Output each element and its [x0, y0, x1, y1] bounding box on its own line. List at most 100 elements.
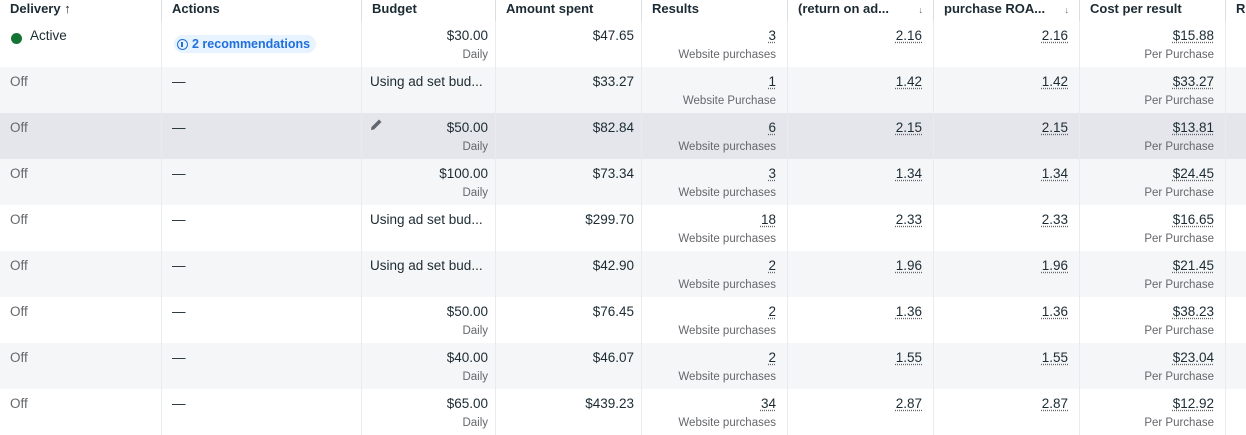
results-type: Website purchases — [678, 49, 776, 61]
cost-per-result-value[interactable]: $38.23 — [1173, 304, 1214, 319]
budget-cell[interactable]: $30.00 Daily — [362, 21, 496, 67]
cost-per-result-value[interactable]: $23.04 — [1173, 350, 1214, 365]
budget-cell[interactable]: Using ad set bud... — [362, 205, 496, 251]
results-value[interactable]: 3 — [768, 28, 776, 43]
cost-per-result-cell: $12.92 Per Purchase — [1080, 389, 1226, 435]
purchase-roas-cell: 1.96 — [934, 251, 1080, 297]
column-header-overflow[interactable]: R — [1226, 0, 1246, 21]
table-row[interactable]: Off — $65.00 Daily $439.23 34 Website purchase… — [0, 389, 1246, 435]
amount-spent-value: $76.45 — [592, 304, 634, 319]
actions-cell: — — [162, 113, 362, 159]
roas-value[interactable]: 2.87 — [896, 396, 922, 411]
delivery-status: Off — [10, 258, 28, 273]
budget-value: $50.00 — [446, 304, 488, 319]
budget-period: Daily — [462, 49, 488, 61]
table-row[interactable]: Off — Using ad set bud... $33.27 1 Website Pu… — [0, 67, 1246, 113]
results-value[interactable]: 2 — [768, 258, 776, 273]
purchase-roas-value[interactable]: 2.33 — [1042, 212, 1068, 227]
roas-value[interactable]: 1.36 — [896, 304, 922, 319]
results-value[interactable]: 3 — [768, 166, 776, 181]
column-header-cost-per-result[interactable]: Cost per result — [1080, 0, 1226, 21]
budget-value: $100.00 — [439, 166, 488, 181]
roas-cell: 1.96 — [788, 251, 934, 297]
cost-per-result-value[interactable]: $15.88 — [1173, 28, 1214, 43]
recommendations-button[interactable]: 2 recommendations — [174, 35, 317, 53]
column-header-budget[interactable]: Budget — [362, 0, 496, 21]
roas-value[interactable]: 2.16 — [896, 28, 922, 43]
roas-value[interactable]: 1.96 — [896, 258, 922, 273]
roas-value[interactable]: 1.55 — [896, 350, 922, 365]
purchase-roas-cell: 1.36 — [934, 297, 1080, 343]
column-header-label: Amount spent — [506, 1, 594, 16]
results-value[interactable]: 6 — [768, 120, 776, 135]
results-value[interactable]: 1 — [768, 74, 776, 89]
purchase-roas-value[interactable]: 1.55 — [1042, 350, 1068, 365]
column-header-label: Actions — [172, 1, 220, 16]
column-header-label: Cost per result — [1090, 1, 1182, 16]
actions-value: — — [172, 396, 186, 411]
actions-cell: — — [162, 251, 362, 297]
cost-per-result-value[interactable]: $21.45 — [1173, 258, 1214, 273]
purchase-roas-value[interactable]: 1.36 — [1042, 304, 1068, 319]
table-row[interactable]: Off — $100.00 Daily $73.34 3 Website purchases… — [0, 159, 1246, 205]
budget-period: Daily — [462, 187, 488, 199]
roas-value[interactable]: 1.34 — [896, 166, 922, 181]
results-value[interactable]: 34 — [761, 396, 776, 411]
budget-cell[interactable]: $50.00 Daily — [362, 297, 496, 343]
active-status-dot — [11, 33, 22, 44]
cost-per-result-value[interactable]: $13.81 — [1173, 120, 1214, 135]
purchase-roas-value[interactable]: 1.34 — [1042, 166, 1068, 181]
table-row[interactable]: Off — $50.00 Daily $76.45 2 Website purchases 1… — [0, 297, 1246, 343]
budget-cell[interactable]: $40.00 Daily — [362, 343, 496, 389]
table-row[interactable]: Active 2 recommendations $30.00 Daily $47.65… — [0, 21, 1246, 67]
column-header-actions[interactable]: Actions — [162, 0, 362, 21]
results-value[interactable]: 2 — [768, 350, 776, 365]
column-header-results[interactable]: Results — [642, 0, 788, 21]
column-header-amount-spent[interactable]: Amount spent — [496, 0, 642, 21]
budget-value: $30.00 — [446, 28, 488, 43]
results-type: Website purchases — [678, 325, 776, 337]
budget-cell[interactable]: $65.00 Daily — [362, 389, 496, 435]
table-row[interactable]: Off — Using ad set bud... $299.70 18 Website … — [0, 205, 1246, 251]
amount-spent-cell: $76.45 — [496, 297, 642, 343]
actions-cell: — — [162, 205, 362, 251]
delivery-status: Off — [10, 304, 28, 319]
results-cell: 2 Website purchases — [642, 297, 788, 343]
roas-value[interactable]: 1.42 — [896, 74, 922, 89]
results-type: Website purchases — [678, 371, 776, 383]
amount-spent-cell: $33.27 — [496, 67, 642, 113]
results-value[interactable]: 18 — [761, 212, 776, 227]
table-row[interactable]: Off — Using ad set bud... $42.90 2 Website pu… — [0, 251, 1246, 297]
purchase-roas-value[interactable]: 2.15 — [1042, 120, 1068, 135]
column-header-roas[interactable]: (return on ad... ↓ — [788, 0, 934, 21]
amount-spent-value: $42.90 — [592, 258, 634, 273]
cost-type: Per Purchase — [1144, 417, 1214, 429]
cost-per-result-value[interactable]: $16.65 — [1173, 212, 1214, 227]
amount-spent-value: $82.84 — [592, 120, 634, 135]
delivery-cell: Off — [0, 159, 162, 205]
table-row[interactable]: Off — $50.00 Daily $82.84 6 Website purchases 2… — [0, 113, 1246, 159]
actions-cell: — — [162, 297, 362, 343]
roas-cell: 2.16 — [788, 21, 934, 67]
table-row[interactable]: Off — $40.00 Daily $46.07 2 Website purchases 1… — [0, 343, 1246, 389]
roas-value[interactable]: 2.33 — [896, 212, 922, 227]
purchase-roas-value[interactable]: 2.16 — [1042, 28, 1068, 43]
column-header-delivery[interactable]: Delivery ↑ — [0, 0, 162, 21]
column-header-purchase-roas[interactable]: purchase ROA... ↓ — [934, 0, 1080, 21]
budget-cell[interactable]: $100.00 Daily — [362, 159, 496, 205]
cost-per-result-value[interactable]: $24.45 — [1173, 166, 1214, 181]
actions-cell: — — [162, 67, 362, 113]
purchase-roas-value[interactable]: 2.87 — [1042, 396, 1068, 411]
budget-cell[interactable]: Using ad set bud... — [362, 67, 496, 113]
roas-value[interactable]: 2.15 — [896, 120, 922, 135]
purchase-roas-value[interactable]: 1.42 — [1042, 74, 1068, 89]
delivery-status: Off — [10, 74, 28, 89]
edit-pencil-icon[interactable] — [370, 118, 383, 131]
delivery-cell: Off — [0, 113, 162, 159]
cost-per-result-value[interactable]: $12.92 — [1173, 396, 1214, 411]
results-value[interactable]: 2 — [768, 304, 776, 319]
cost-per-result-value[interactable]: $33.27 — [1173, 74, 1214, 89]
actions-value: — — [172, 350, 186, 365]
purchase-roas-value[interactable]: 1.96 — [1042, 258, 1068, 273]
budget-cell[interactable]: Using ad set bud... — [362, 251, 496, 297]
